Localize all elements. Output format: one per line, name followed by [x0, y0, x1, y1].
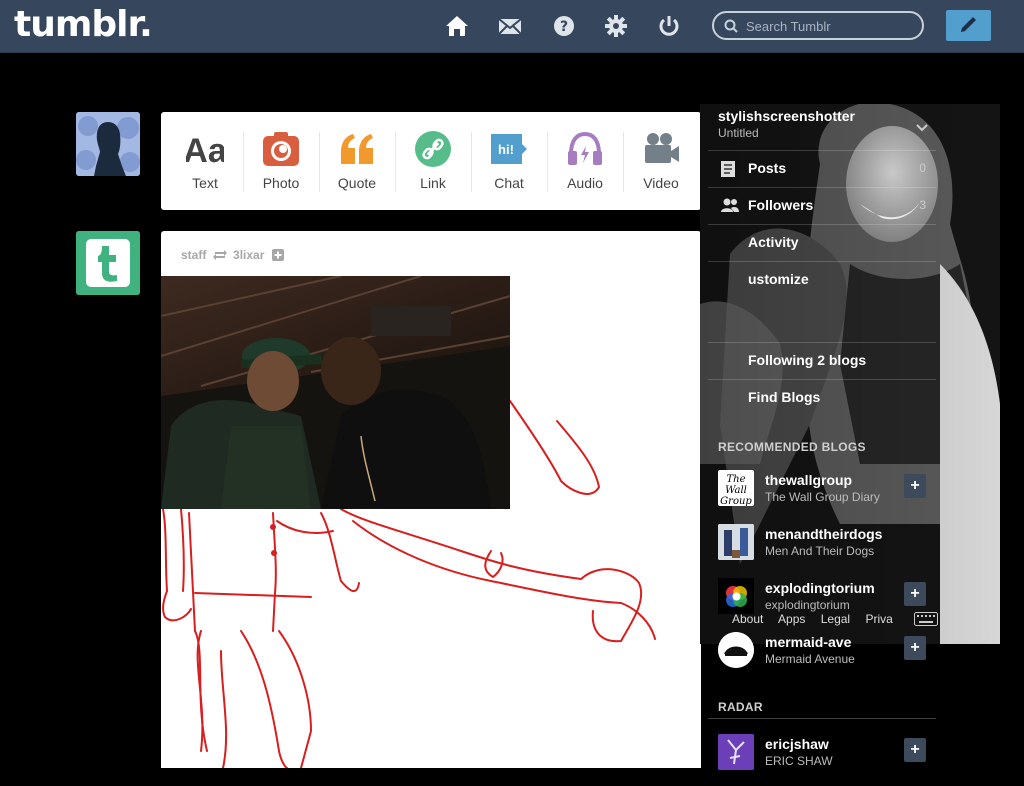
chat-icon: hi! [491, 134, 527, 164]
text-icon: Aa [186, 132, 224, 168]
post-type-video[interactable]: Video [623, 112, 699, 210]
footer-link-about[interactable]: About [732, 612, 763, 626]
footer-links: About Apps Legal Priva [732, 612, 905, 626]
post-type-link[interactable]: Link [395, 112, 471, 210]
pencil-icon [961, 17, 976, 32]
mail-icon[interactable] [497, 13, 523, 39]
search-box[interactable] [712, 11, 924, 40]
svg-text:Aa: Aa [186, 132, 224, 168]
follow-button[interactable]: + [904, 738, 926, 762]
blog-avatar [718, 734, 754, 770]
follow-button[interactable]: + [904, 636, 926, 660]
svg-text:Wall: Wall [725, 485, 747, 496]
followers-icon [721, 198, 739, 212]
right-sidebar: stylishscreenshotter Untitled Posts 0 Fo… [700, 104, 1008, 770]
radar-heading: RADAR [718, 700, 763, 714]
compose-button[interactable] [946, 10, 991, 41]
post-photo[interactable] [161, 276, 510, 509]
headphones-icon [568, 131, 602, 165]
sidebar-item-posts[interactable]: Posts 0 [708, 150, 936, 187]
sidebar-item-find-blogs[interactable]: Find Blogs [708, 379, 936, 416]
sidebar-item-following[interactable]: Following 2 blogs [708, 342, 936, 379]
quote-icon [341, 134, 373, 164]
top-header: tumblr. ? [0, 0, 1024, 53]
post-type-chat[interactable]: hi! Chat [471, 112, 547, 210]
search-icon [724, 19, 738, 33]
gear-icon[interactable] [603, 13, 629, 39]
post-type-bar: Aa Text Photo Quote Link hi! Chat Audio … [161, 112, 701, 210]
tumblr-logo[interactable]: tumblr. [14, 4, 153, 45]
sidebar-item-customize[interactable]: ustomize [708, 261, 936, 298]
link-icon [415, 131, 451, 167]
blog-avatar [718, 524, 754, 560]
user-avatar[interactable] [76, 112, 140, 176]
dashboard-post: staff 3lixar [161, 231, 701, 768]
follow-button[interactable]: + [904, 474, 926, 498]
camera-icon [263, 132, 299, 166]
blog-avatar: The Wall Group [718, 470, 754, 506]
sidebar-item-followers[interactable]: Followers 3 [708, 187, 936, 224]
posts-icon [721, 161, 735, 177]
blog-subtitle: Untitled [718, 126, 759, 140]
radar-blog[interactable]: ericjshaw ERIC SHAW + [708, 732, 936, 786]
home-icon[interactable] [444, 13, 470, 39]
footer-link-privacy[interactable]: Priva [865, 612, 892, 626]
footer-link-apps[interactable]: Apps [778, 612, 805, 626]
post-type-audio[interactable]: Audio [547, 112, 623, 210]
follow-button[interactable]: + [904, 582, 926, 606]
recommended-heading: RECOMMENDED BLOGS [718, 440, 866, 454]
recommended-blog[interactable]: menandtheirdogs Men And Their Dogs [708, 522, 936, 576]
svg-text:?: ? [560, 19, 568, 35]
power-icon[interactable] [656, 13, 682, 39]
sidebar-item-activity[interactable]: Activity [708, 224, 936, 261]
post-type-text[interactable]: Aa Text [167, 112, 243, 210]
svg-text:Group: Group [720, 496, 752, 506]
recommended-blog[interactable]: The Wall Group thewallgroup The Wall Gro… [708, 468, 936, 522]
svg-text:The: The [726, 474, 745, 485]
post-type-photo[interactable]: Photo [243, 112, 319, 210]
svg-text:hi!: hi! [498, 142, 514, 157]
blog-name[interactable]: stylishscreenshotter [718, 108, 855, 124]
blog-avatar [718, 578, 754, 614]
help-icon[interactable]: ? [551, 13, 577, 39]
footer-link-legal[interactable]: Legal [821, 612, 850, 626]
keyboard-icon[interactable] [914, 612, 938, 626]
video-camera-icon [645, 133, 679, 163]
post-type-quote[interactable]: Quote [319, 112, 395, 210]
blog-avatar [718, 632, 754, 668]
chevron-down-icon[interactable] [916, 124, 928, 132]
search-input[interactable] [744, 16, 918, 37]
staff-avatar[interactable] [76, 231, 140, 295]
recommended-blog[interactable]: mermaid-ave Mermaid Avenue + [708, 630, 936, 684]
